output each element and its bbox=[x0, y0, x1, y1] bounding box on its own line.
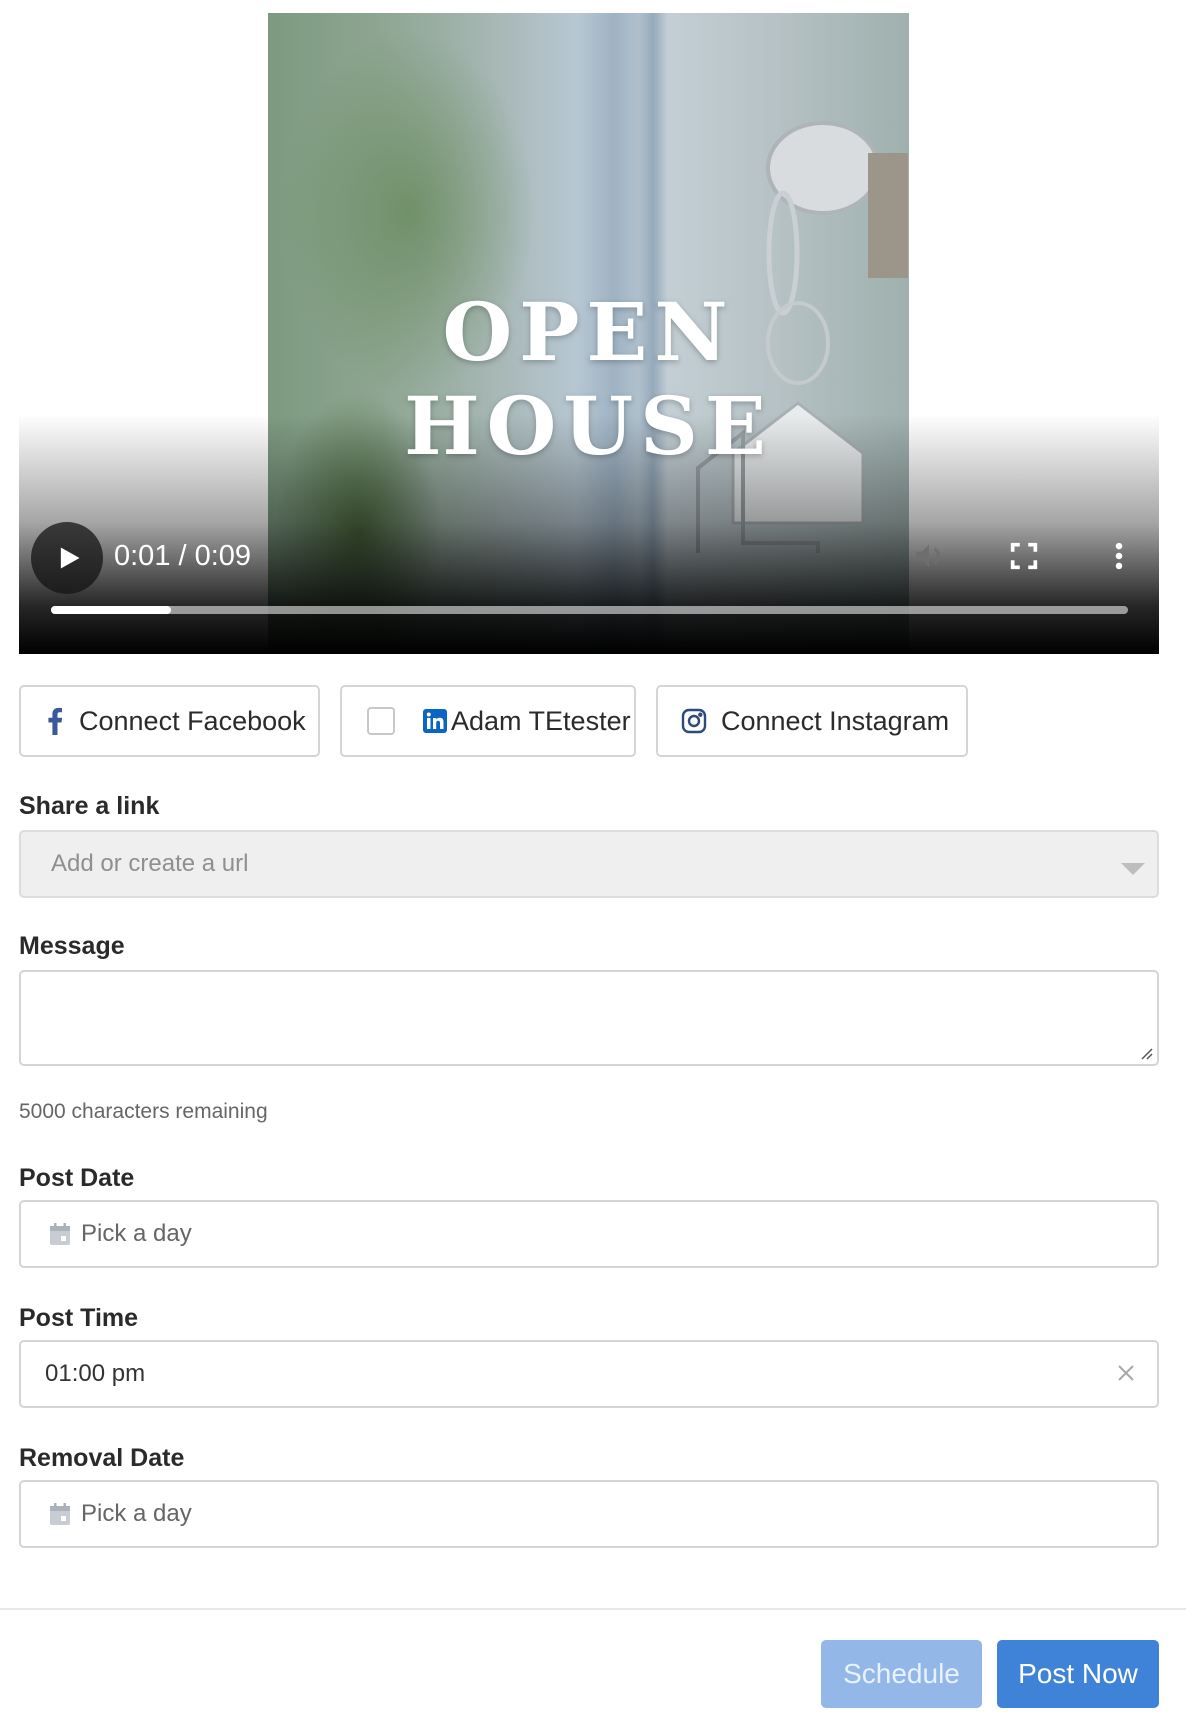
resize-handle-icon[interactable] bbox=[1137, 1044, 1153, 1060]
fullscreen-button[interactable] bbox=[1004, 536, 1044, 576]
message-char-count: 5000 characters remaining bbox=[19, 1100, 268, 1123]
connect-facebook-button[interactable]: Connect Facebook bbox=[19, 685, 320, 757]
post-time-value: 01:00 pm bbox=[45, 1360, 146, 1387]
video-progress-bar[interactable] bbox=[51, 606, 1128, 614]
linkedin-account-label: Adam TEtester bbox=[451, 705, 631, 736]
removal-date-placeholder: Pick a day bbox=[81, 1500, 192, 1527]
post-time-label: Post Time bbox=[19, 1304, 139, 1332]
play-icon bbox=[60, 547, 80, 569]
schedule-button[interactable]: Schedule bbox=[821, 1640, 982, 1708]
volume-icon bbox=[916, 544, 940, 568]
video-player[interactable]: OPEN HOUSE 0:01 / 0:09 bbox=[19, 0, 1159, 654]
calendar-icon bbox=[49, 1502, 71, 1526]
play-button[interactable] bbox=[31, 522, 103, 594]
clear-icon[interactable] bbox=[1117, 1364, 1135, 1382]
chevron-down-icon bbox=[1121, 856, 1145, 884]
post-date-label: Post Date bbox=[19, 1164, 135, 1192]
post-now-button[interactable]: Post Now bbox=[997, 1640, 1159, 1708]
facebook-icon bbox=[41, 707, 69, 735]
volume-button[interactable] bbox=[909, 536, 949, 576]
footer-divider bbox=[0, 1608, 1186, 1610]
post-date-field[interactable]: Pick a day bbox=[19, 1200, 1159, 1268]
more-vert-icon bbox=[1115, 542, 1123, 570]
post-time-field[interactable]: 01:00 pm bbox=[19, 1340, 1159, 1408]
linkedin-account-button[interactable]: Adam TEtester bbox=[340, 685, 636, 757]
connect-instagram-button[interactable]: Connect Instagram bbox=[656, 685, 968, 757]
calendar-icon bbox=[49, 1222, 71, 1246]
video-time-display: 0:01 / 0:09 bbox=[114, 540, 252, 572]
fullscreen-icon bbox=[1010, 542, 1038, 570]
share-link-label: Share a link bbox=[19, 792, 160, 820]
post-date-placeholder: Pick a day bbox=[81, 1220, 192, 1247]
share-link-placeholder: Add or create a url bbox=[51, 850, 249, 877]
removal-date-label: Removal Date bbox=[19, 1444, 185, 1472]
video-progress-fill bbox=[51, 606, 171, 614]
video-overlay-title: OPEN HOUSE bbox=[404, 285, 773, 473]
linkedin-icon bbox=[423, 709, 447, 733]
removal-date-field[interactable]: Pick a day bbox=[19, 1480, 1159, 1548]
linkedin-account-checkbox[interactable] bbox=[367, 707, 395, 735]
connect-facebook-label: Connect Facebook bbox=[79, 705, 306, 736]
connect-instagram-label: Connect Instagram bbox=[721, 705, 950, 736]
share-link-select[interactable]: Add or create a url bbox=[19, 830, 1159, 898]
message-textarea[interactable] bbox=[19, 970, 1159, 1066]
more-options-button[interactable] bbox=[1099, 536, 1139, 576]
instagram-icon bbox=[681, 708, 707, 734]
message-label: Message bbox=[19, 932, 125, 960]
